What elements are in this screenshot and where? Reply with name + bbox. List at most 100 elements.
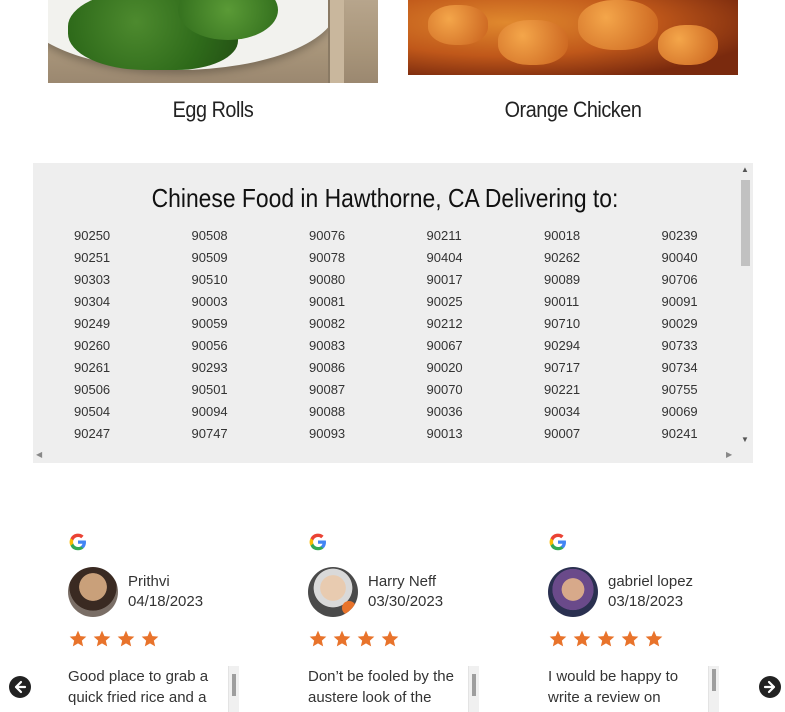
star-icon — [597, 630, 615, 647]
delivery-zip-panel: Chinese Food in Hawthorne, CA Delivering… — [33, 163, 753, 463]
vertical-scrollbar[interactable]: ▲ ▼ — [737, 163, 753, 449]
zip-code: 90078 — [309, 250, 346, 265]
review-date: 03/18/2023 — [608, 593, 684, 610]
review-scrollbar[interactable] — [708, 666, 719, 712]
zip-code: 90747 — [191, 426, 228, 441]
star-icon — [645, 630, 663, 647]
zip-code: 90088 — [309, 404, 346, 419]
zip-code: 90094 — [191, 404, 228, 419]
star-icon — [621, 630, 639, 647]
zip-code: 90304 — [74, 294, 111, 309]
zip-code: 90082 — [309, 316, 346, 331]
zip-code: 90080 — [309, 272, 346, 287]
zip-code: 90710 — [544, 316, 581, 331]
avatar — [68, 567, 118, 617]
scroll-down-arrow-icon[interactable]: ▼ — [741, 435, 749, 444]
star-icon — [381, 630, 399, 647]
zip-code: 90013 — [426, 426, 463, 441]
zip-code: 90083 — [309, 338, 346, 353]
zip-code: 90303 — [74, 272, 111, 287]
zip-code: 90089 — [544, 272, 581, 287]
next-arrow-icon[interactable] — [759, 676, 781, 698]
horizontal-scrollbar[interactable]: ◀ ▶ — [33, 449, 737, 463]
zip-code: 90717 — [544, 360, 581, 375]
star-icon — [117, 630, 135, 647]
zip-code: 90093 — [309, 426, 346, 441]
prev-arrow-icon[interactable] — [9, 676, 31, 698]
review-text: I would be happy to write a review on — [548, 668, 679, 706]
zip-code: 90087 — [309, 382, 346, 397]
zip-code: 90003 — [191, 294, 228, 309]
zip-code: 90262 — [544, 250, 581, 265]
zip-code: 90007 — [544, 426, 581, 441]
orange-chicken-image[interactable] — [408, 0, 738, 83]
food-title[interactable]: Egg Rolls — [65, 97, 362, 123]
avatar — [308, 567, 358, 617]
star-icon — [549, 630, 567, 647]
food-title[interactable]: Orange Chicken — [425, 97, 722, 123]
scrollbar-thumb[interactable] — [741, 180, 750, 266]
zip-code: 90501 — [191, 382, 228, 397]
zip-code: 90076 — [309, 228, 346, 243]
zip-code: 90056 — [191, 338, 228, 353]
star-rating — [548, 629, 664, 649]
zip-code: 90017 — [426, 272, 463, 287]
star-rating — [308, 629, 400, 649]
zip-code: 90251 — [74, 250, 111, 265]
star-icon — [333, 630, 351, 647]
zip-code: 90020 — [426, 360, 463, 375]
zip-code: 90081 — [309, 294, 346, 309]
star-icon — [141, 630, 159, 647]
scroll-up-arrow-icon[interactable]: ▲ — [741, 165, 749, 174]
zip-code: 90261 — [74, 360, 111, 375]
scroll-left-arrow-icon[interactable]: ◀ — [36, 450, 42, 459]
star-icon — [93, 630, 111, 647]
google-g-icon — [549, 533, 566, 551]
zip-code: 90086 — [309, 360, 346, 375]
zip-code: 90034 — [544, 404, 581, 419]
reviewer-name: Harry Neff — [368, 573, 437, 590]
delivery-heading: Chinese Food in Hawthorne, CA Delivering… — [151, 183, 619, 213]
zip-code: 90221 — [544, 382, 581, 397]
zip-code: 90249 — [74, 316, 111, 331]
google-g-icon — [69, 533, 86, 551]
review-date: 03/30/2023 — [368, 593, 444, 610]
reviewer-name: Prithvi — [128, 573, 170, 590]
zip-code: 90506 — [74, 382, 111, 397]
review-scrollbar[interactable] — [468, 666, 479, 712]
zip-code: 90293 — [191, 360, 228, 375]
review-scrollbar[interactable] — [228, 666, 239, 712]
zip-code: 90247 — [74, 426, 111, 441]
egg-rolls-image[interactable] — [48, 0, 378, 83]
scroll-right-arrow-icon[interactable]: ▶ — [726, 450, 732, 459]
zip-code: 90510 — [191, 272, 228, 287]
zip-code: 90212 — [426, 316, 463, 331]
star-icon — [309, 630, 327, 647]
zip-code: 90018 — [544, 228, 581, 243]
zip-code: 90404 — [426, 250, 463, 265]
google-g-icon — [309, 533, 326, 551]
local-guide-badge-icon — [342, 601, 356, 615]
zip-code: 90509 — [191, 250, 228, 265]
zip-code: 90508 — [191, 228, 228, 243]
zip-code: 90260 — [74, 338, 111, 353]
reviewer-name: gabriel lopez — [608, 573, 694, 590]
zip-code: 90294 — [544, 338, 581, 353]
zip-code: 90036 — [426, 404, 463, 419]
food-card-orange-chicken[interactable]: Orange Chicken — [408, 0, 738, 123]
zip-code: 90067 — [426, 338, 463, 353]
zip-code: 90250 — [74, 228, 111, 243]
zip-code: 90504 — [74, 404, 111, 419]
zip-code: 90211 — [426, 228, 462, 243]
star-rating — [68, 629, 160, 649]
zip-code: 90025 — [426, 294, 463, 309]
food-card-egg-rolls[interactable]: Egg Rolls — [48, 0, 378, 123]
star-icon — [69, 630, 87, 647]
zip-grid: 90250 90508 90076 90211 90018 90239 90251 90509… — [74, 227, 753, 447]
zip-code: 90011 — [544, 294, 580, 309]
review-date: 04/18/2023 — [128, 593, 204, 610]
star-icon — [573, 630, 591, 647]
star-icon — [357, 630, 375, 647]
zip-code: 90070 — [426, 382, 463, 397]
review-text: Don’t be fooled by the austere look of t… — [308, 668, 454, 706]
